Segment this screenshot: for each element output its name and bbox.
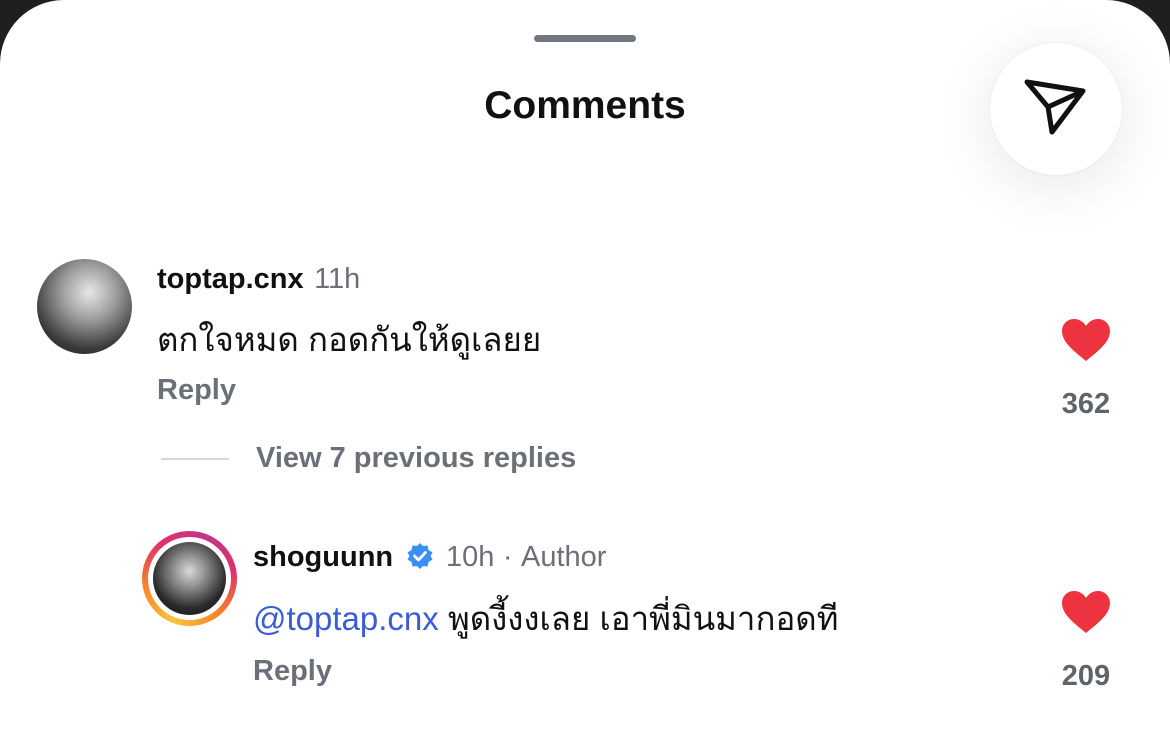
story-ring[interactable] bbox=[142, 531, 237, 626]
share-button[interactable] bbox=[990, 43, 1122, 175]
comment-time: 11h bbox=[314, 263, 361, 295]
comment-body: พูดงี้งงเลย เอาพี่มินมากอดที bbox=[447, 600, 839, 637]
thread-divider bbox=[161, 458, 229, 460]
reply-button[interactable]: Reply bbox=[253, 655, 332, 688]
author-label: Author bbox=[521, 541, 607, 573]
meta-separator: · bbox=[502, 541, 513, 573]
heart-icon[interactable] bbox=[1061, 318, 1111, 362]
view-previous-replies-button[interactable]: View 7 previous replies bbox=[256, 442, 576, 475]
comment-text: ตกใจหมด กอดกันให้ดูเลยย bbox=[157, 321, 542, 358]
avatar[interactable] bbox=[153, 542, 226, 615]
comment-username[interactable]: toptap.cnx bbox=[157, 263, 304, 295]
verified-badge-icon bbox=[407, 543, 433, 569]
heart-icon[interactable] bbox=[1061, 590, 1111, 634]
sheet-grabber-handle[interactable] bbox=[534, 35, 636, 42]
mention-link[interactable]: @toptap.cnx bbox=[253, 600, 439, 637]
comment-text: @toptap.cnx พูดงี้งงเลย เอาพี่มินมากอดที bbox=[253, 592, 838, 645]
comment-header: toptap.cnx 11h bbox=[157, 263, 360, 296]
comment-username[interactable]: shoguunn bbox=[253, 541, 393, 573]
paper-plane-icon bbox=[1024, 79, 1086, 135]
reply-button[interactable]: Reply bbox=[157, 374, 236, 407]
like-count: 362 bbox=[1061, 388, 1111, 420]
comment-header: shoguunn 10h · Author bbox=[253, 541, 606, 574]
avatar[interactable] bbox=[37, 259, 132, 354]
like-count: 209 bbox=[1061, 660, 1111, 692]
comment-time: 10h bbox=[446, 541, 495, 573]
comments-sheet: Comments toptap.cnx 11h ตกใจหมด กอดกันให… bbox=[0, 0, 1170, 740]
